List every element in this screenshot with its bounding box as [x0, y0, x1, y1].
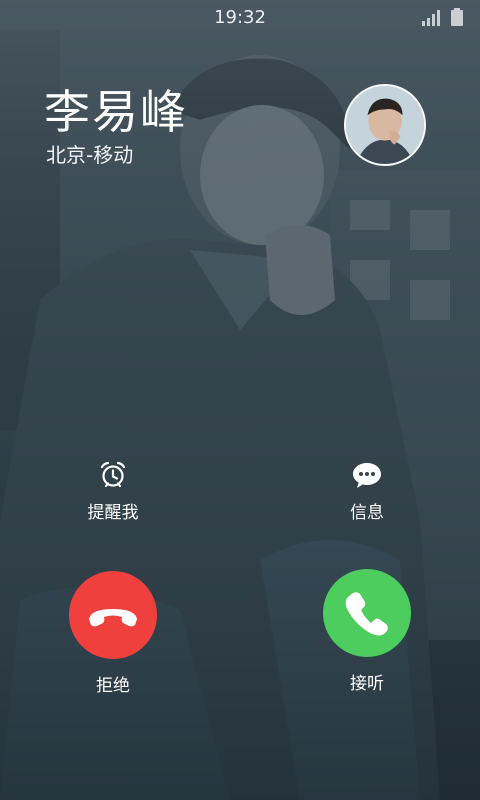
remind-me-label: 提醒我 — [87, 503, 139, 523]
accept-call-button[interactable]: 接听 — [312, 569, 422, 694]
decline-call-button[interactable]: 拒绝 — [58, 571, 168, 696]
caller-name: 李易峰 — [44, 85, 188, 139]
incoming-call-screen: 19:32 李易峰 北京-移动 提醒我 信息 拒绝 接听 — [0, 0, 480, 800]
caller-location: 北京-移动 — [46, 143, 134, 167]
status-icons — [422, 8, 463, 26]
hang-up-phone-icon — [89, 609, 137, 627]
accept-label: 接听 — [350, 674, 384, 694]
decline-label: 拒绝 — [96, 676, 130, 696]
alarm-clock-icon — [100, 461, 126, 488]
avatar-image — [346, 86, 424, 164]
phone-icon — [345, 592, 388, 636]
signal-icon — [422, 10, 440, 26]
message-bubble-icon — [353, 463, 381, 488]
caller-avatar — [344, 84, 426, 166]
message-label: 信息 — [350, 503, 384, 523]
accept-circle[interactable] — [323, 569, 411, 657]
remind-me-button[interactable]: 提醒我 — [58, 460, 168, 523]
status-bar: 19:32 — [0, 0, 480, 34]
battery-icon — [451, 8, 463, 26]
status-time: 19:32 — [214, 7, 266, 28]
message-button[interactable]: 信息 — [312, 460, 422, 523]
decline-circle[interactable] — [69, 571, 157, 659]
